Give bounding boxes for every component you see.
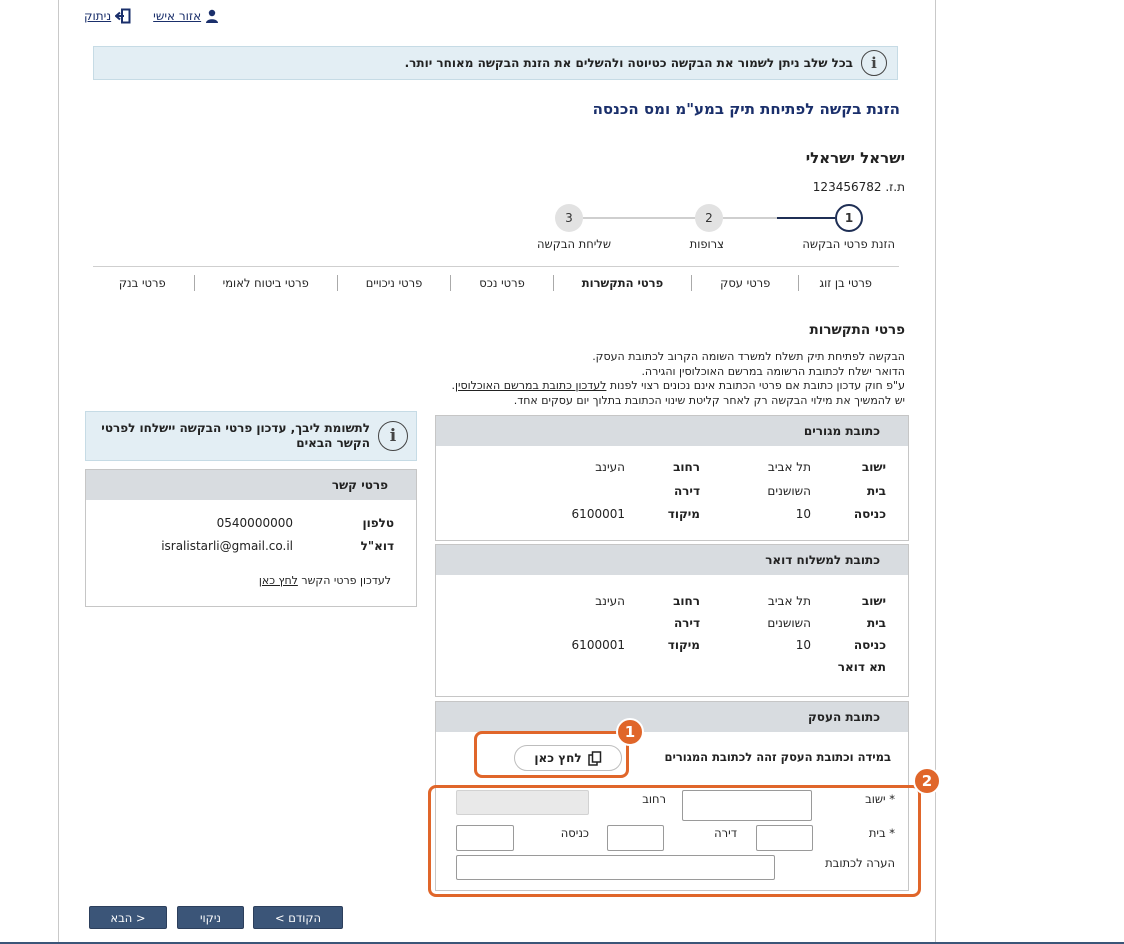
value-house: השושנים — [767, 616, 811, 630]
top-nav: ניתוק אזור אישי — [84, 8, 219, 24]
intro-line: הדואר ישלח לכתובת הרשומה במרשם האוכלוסין… — [641, 364, 905, 378]
value-street: העינב — [595, 594, 625, 608]
tab-business[interactable]: פרטי עסק — [691, 275, 798, 291]
residence-address-panel: כתובת מגורים ישוב בית כניסה תל אביב השוש… — [435, 415, 909, 541]
user-id: ת.ז. 123456782 — [812, 180, 905, 194]
step-2-circle: 2 — [695, 204, 723, 232]
info-icon: i — [378, 421, 408, 451]
section-title: פרטי התקשרות — [809, 322, 905, 338]
info-icon: i — [861, 50, 887, 76]
intro-line: ע"פ חוק עדכון כתובת אם פרטי הכתובת אינם … — [425, 379, 906, 394]
personal-area-label[interactable]: אזור אישי — [153, 9, 201, 23]
tab-deductions[interactable]: פרטי ניכויים — [336, 275, 451, 291]
draft-info-banner: i בכל שלב ניתן לשמור את הבקשה כטיוטה ולה… — [93, 46, 898, 80]
value-settlement: תל אביב — [767, 460, 811, 474]
label-zip: מיקוד — [667, 638, 700, 652]
label-entrance: כניסה — [853, 638, 886, 652]
contact-details-panel: פרטי קשר טלפון 0540000000 דוא"ל isralist… — [85, 469, 417, 607]
value-zip: 6100001 — [571, 507, 625, 521]
contact-update-info-text: לתשומת ליבך, עדכון פרטי הבקשה יישלחו לפר… — [101, 421, 370, 450]
value-settlement: תל אביב — [767, 594, 811, 608]
callout-box-1 — [474, 731, 629, 778]
banner-text: בכל שלב ניתן לשמור את הבקשה כטיוטה ולהשל… — [404, 56, 853, 70]
callout-box-2 — [428, 785, 921, 897]
page-title: הזנת בקשה לפתיחת תיק במע"מ ומס הכנסה — [592, 100, 900, 118]
intro-text: הבקשה לפתיחת תיק תשלח למשרד השומה הקרוב … — [425, 350, 906, 408]
tab-bank[interactable]: פרטי בנק — [91, 275, 194, 291]
contact-update-link[interactable]: לחץ כאן — [259, 574, 298, 587]
label-entrance: כניסה — [853, 507, 886, 521]
tab-spouse[interactable]: פרטי בן זוג — [798, 275, 899, 291]
tab-property[interactable]: פרטי נכס — [450, 275, 553, 291]
user-name: ישראל ישראלי — [805, 149, 905, 167]
step-1-circle: 1 — [835, 204, 863, 232]
clear-button[interactable]: ניקוי — [177, 906, 244, 929]
contact-update-text: לעדכון פרטי הקשר לחץ כאן — [259, 574, 391, 587]
stepper-line-active — [777, 217, 835, 219]
update-address-link[interactable]: לעדכון כתובת במרשם האוכלוסין — [455, 379, 606, 392]
step-3-circle: 3 — [555, 204, 583, 232]
label-settlement: ישוב — [861, 460, 886, 474]
phone-label: טלפון — [362, 516, 394, 530]
residence-address-title: כתובת מגורים — [436, 416, 908, 446]
contact-details-title: פרטי קשר — [86, 470, 416, 500]
same-address-label: במידה וכתובת העסק זהה לכתובת המגורים — [664, 750, 891, 764]
email-label: דוא"ל — [360, 539, 394, 553]
section-tabs: פרטי בן זוג פרטי עסק פרטי התקשרות פרטי נ… — [93, 266, 899, 299]
step-3-label: שליחת הבקשה — [537, 237, 611, 251]
label-street: רחוב — [673, 460, 700, 474]
logout-icon — [115, 8, 131, 24]
tab-contact[interactable]: פרטי התקשרות — [552, 275, 691, 291]
step-1-label: הזנת פרטי הבקשה — [802, 237, 895, 251]
personal-area-link[interactable]: אזור אישי — [153, 9, 219, 23]
user-icon — [206, 9, 219, 23]
phone-value: 0540000000 — [216, 516, 293, 530]
mailing-address-panel: כתובת למשלוח דואר ישוב בית כניסה תא דואר… — [435, 544, 909, 697]
intro-line-text: ע"פ חוק עדכון כתובת אם פרטי הכתובת אינם … — [606, 379, 905, 392]
intro-line: יש להמשיך את מילוי הבקשה רק לאחר קליטת ש… — [513, 393, 905, 407]
email-value: isralistarli@gmail.co.il — [161, 539, 293, 553]
logout-link[interactable]: ניתוק — [84, 8, 131, 24]
logout-label[interactable]: ניתוק — [84, 9, 111, 23]
tab-national-insurance[interactable]: פרטי ביטוח לאומי — [193, 275, 337, 291]
label-house: בית — [866, 616, 886, 630]
label-settlement: ישוב — [861, 594, 886, 608]
label-apartment: דירה — [673, 616, 700, 630]
callout-badge-2: 2 — [913, 767, 941, 795]
label-apartment: דירה — [673, 484, 700, 498]
callout-badge-1: 1 — [616, 718, 644, 746]
contact-update-info: i לתשומת ליבך, עדכון פרטי הבקשה יישלחו ל… — [85, 411, 417, 461]
next-button[interactable]: הבא > — [89, 906, 167, 929]
contact-update-label: לעדכון פרטי הקשר — [297, 574, 391, 587]
previous-button[interactable]: < הקודם — [253, 906, 343, 929]
label-pobox: תא דואר — [837, 660, 886, 674]
value-house: השושנים — [767, 484, 811, 498]
value-entrance: 10 — [795, 507, 811, 521]
value-entrance: 10 — [795, 638, 811, 652]
label-zip: מיקוד — [667, 507, 700, 521]
value-zip: 6100001 — [571, 638, 625, 652]
label-street: רחוב — [673, 594, 700, 608]
value-street: העינב — [595, 460, 625, 474]
label-house: בית — [866, 484, 886, 498]
intro-line: הבקשה לפתיחת תיק תשלח למשרד השומה הקרוב … — [592, 350, 905, 363]
mailing-address-title: כתובת למשלוח דואר — [436, 545, 908, 575]
business-address-title: כתובת העסק — [436, 702, 908, 732]
stepper-line — [583, 217, 695, 219]
step-2-label: צרופות — [689, 237, 724, 251]
